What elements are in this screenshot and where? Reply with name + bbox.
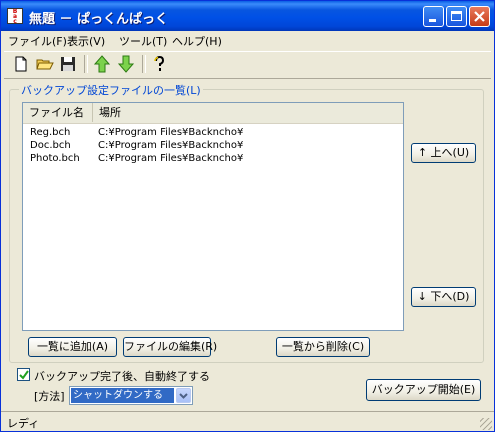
maximize-button[interactable]	[446, 6, 467, 27]
move-down-button[interactable]	[116, 54, 136, 74]
move-down-arrow-icon	[117, 55, 135, 73]
edit-file-button[interactable]: ファイルの編集(R)	[123, 337, 217, 357]
group-title: バックアップ設定ファイルの一覧(L)	[19, 82, 203, 98]
auto-exit-label[interactable]: バックアップ完了後、自動終了する	[34, 368, 210, 384]
toolbar-separator	[84, 55, 88, 73]
menu-file[interactable]: ファイル(F)	[8, 33, 67, 49]
toolbar	[4, 51, 491, 79]
minimize-icon	[429, 19, 436, 22]
list-item[interactable]: Photo.bch C:¥Program Files¥Backncho¥	[23, 153, 403, 165]
close-icon	[474, 11, 485, 22]
list-item-name: Doc.bch	[30, 140, 71, 151]
close-button[interactable]	[469, 6, 490, 27]
auto-exit-checkbox[interactable]	[17, 368, 30, 381]
window-title: 無題 － ぱっくんぱっく	[29, 12, 169, 27]
column-location[interactable]: 場所	[93, 103, 403, 122]
status-bar: レディ	[1, 411, 494, 432]
title-bar[interactable]: Bac 無題 － ぱっくんぱっく	[1, 1, 494, 31]
menu-tools[interactable]: ツール(T)	[119, 33, 167, 49]
menu-bar: ファイル(F) 表示(V) ツール(T) ヘルプ(H)	[1, 31, 494, 49]
menu-help[interactable]: ヘルプ(H)	[172, 33, 222, 49]
list-item-name: Photo.bch	[30, 153, 80, 164]
list-header: ファイル名 場所	[23, 103, 403, 124]
list-item[interactable]: Reg.bch C:¥Program Files¥Backncho¥	[23, 127, 403, 139]
help-icon	[154, 55, 165, 71]
resize-grip-icon[interactable]	[480, 418, 492, 430]
delete-from-list-button[interactable]: 一覧から削除(C)	[276, 337, 370, 357]
chevron-down-icon	[179, 393, 188, 399]
open-button[interactable]	[35, 54, 55, 74]
status-text: レディ	[7, 417, 40, 430]
save-button[interactable]	[58, 54, 78, 74]
shutdown-method-select[interactable]: シャットダウンする	[69, 386, 193, 405]
maximize-icon	[451, 11, 462, 21]
dropdown-button[interactable]	[176, 388, 191, 403]
add-to-list-button[interactable]: 一覧に追加(A)	[28, 337, 117, 357]
column-filename[interactable]: ファイル名	[23, 103, 93, 122]
start-backup-button[interactable]: バックアップ開始(E)	[366, 379, 481, 401]
toolbar-separator	[142, 55, 146, 73]
menu-view[interactable]: 表示(V)	[67, 33, 105, 49]
list-item-name: Reg.bch	[30, 127, 71, 138]
move-down-list-button[interactable]: ↓ 下へ(D)	[411, 287, 476, 307]
list-item-location: C:¥Program Files¥Backncho¥	[98, 153, 244, 164]
list-item[interactable]: Doc.bch C:¥Program Files¥Backncho¥	[23, 140, 403, 152]
new-document-icon	[15, 56, 27, 72]
method-selected-value: シャットダウンする	[71, 388, 174, 403]
method-label: [方法]	[34, 390, 65, 403]
backup-file-list[interactable]: ファイル名 場所 Reg.bch C:¥Program Files¥Backnc…	[22, 102, 404, 331]
move-up-button[interactable]	[92, 54, 112, 74]
move-up-list-button[interactable]: ↑ 上へ(U)	[411, 143, 476, 163]
minimize-button[interactable]	[423, 6, 444, 27]
save-icon	[61, 57, 75, 71]
open-folder-icon	[36, 59, 54, 70]
checkmark-icon	[19, 370, 29, 380]
new-document-button[interactable]	[11, 54, 31, 74]
move-up-arrow-icon	[93, 55, 111, 73]
help-button[interactable]	[149, 54, 169, 74]
app-icon[interactable]: Bac	[7, 8, 23, 24]
list-item-location: C:¥Program Files¥Backncho¥	[98, 140, 244, 151]
list-item-location: C:¥Program Files¥Backncho¥	[98, 127, 244, 138]
main-window: Bac 無題 － ぱっくんぱっく ファイル(F) 表示(V) ツール(T) ヘル…	[0, 0, 495, 432]
